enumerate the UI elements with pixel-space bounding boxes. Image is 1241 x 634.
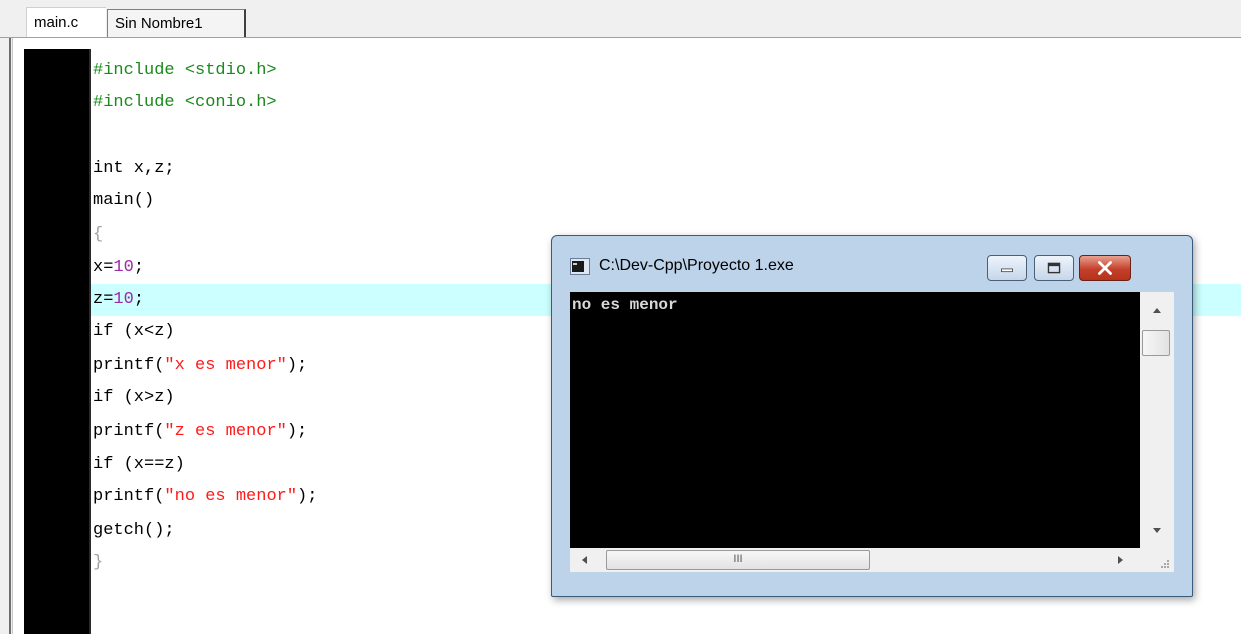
scroll-right-arrow-icon[interactable]	[1118, 556, 1123, 564]
code-line-16[interactable]: }	[93, 547, 103, 579]
code-line-8[interactable]: z=10;	[93, 284, 144, 316]
code-line-12[interactable]: printf("z es menor");	[93, 416, 307, 448]
tab-main-c[interactable]: main.c	[26, 7, 106, 38]
maximize-icon	[1047, 262, 1061, 274]
code-line-11[interactable]: if (x>z)	[93, 382, 175, 414]
console-window[interactable]: C:\Dev-Cpp\Proyecto 1.exe no es menor II…	[551, 235, 1193, 597]
code-line-2[interactable]: #include <conio.h>	[93, 87, 277, 119]
tab-bar-divider	[0, 37, 1241, 38]
code-line-6[interactable]: {	[93, 219, 103, 251]
scroll-down-arrow-icon[interactable]	[1153, 528, 1161, 533]
vertical-scroll-thumb[interactable]	[1142, 330, 1170, 356]
close-button[interactable]	[1079, 255, 1131, 281]
scroll-left-arrow-icon[interactable]	[582, 556, 587, 564]
code-line-10[interactable]: printf("x es menor");	[93, 350, 307, 382]
code-line-13[interactable]: if (x==z)	[93, 449, 185, 481]
horizontal-scroll-thumb[interactable]: III	[606, 550, 870, 570]
code-line-5[interactable]: main()	[93, 185, 154, 217]
code-line-1[interactable]: #include <stdio.h>	[93, 55, 277, 87]
console-window-icon	[570, 258, 590, 275]
code-line-15[interactable]: getch();	[93, 515, 175, 547]
minimize-icon	[1001, 268, 1013, 273]
console-title-bar[interactable]: C:\Dev-Cpp\Proyecto 1.exe	[552, 236, 1192, 292]
code-line-7[interactable]: x=10;	[93, 252, 144, 284]
code-line-14[interactable]: printf("no es menor");	[93, 481, 317, 513]
scroll-up-arrow-icon[interactable]	[1153, 308, 1161, 313]
vertical-scrollbar[interactable]	[1140, 292, 1174, 548]
close-icon	[1098, 261, 1112, 275]
editor-frame	[12, 38, 24, 634]
console-output-area[interactable]: no es menor	[570, 292, 1140, 572]
tab-sin-nombre1[interactable]: Sin Nombre1	[107, 9, 246, 37]
console-title: C:\Dev-Cpp\Proyecto 1.exe	[599, 257, 794, 274]
minimize-button[interactable]	[987, 255, 1027, 281]
code-line-9[interactable]: if (x<z)	[93, 316, 175, 348]
horizontal-scrollbar[interactable]: III	[570, 548, 1140, 572]
editor-left-border	[0, 38, 12, 634]
line-number-gutter	[24, 49, 89, 634]
code-line-4[interactable]: int x,z;	[93, 153, 175, 185]
editor-tab-bar: main.c Sin Nombre1	[0, 0, 1241, 38]
maximize-button[interactable]	[1034, 255, 1074, 281]
resize-grip-icon[interactable]	[1140, 548, 1174, 572]
console-output: no es menor	[572, 296, 678, 314]
